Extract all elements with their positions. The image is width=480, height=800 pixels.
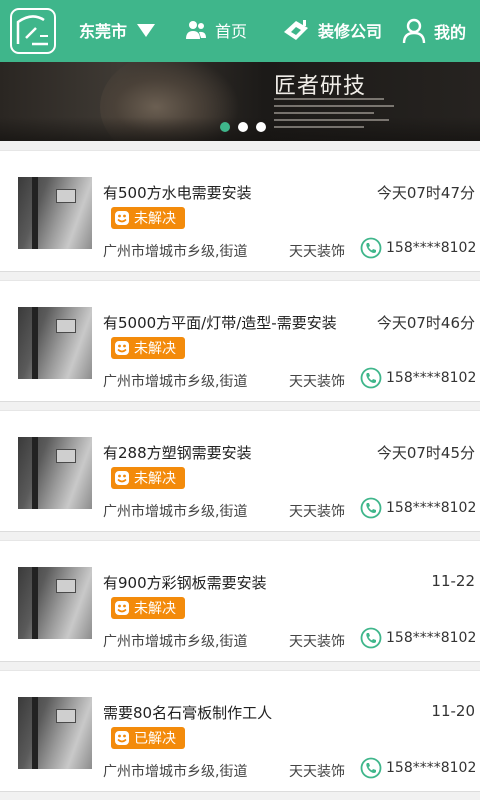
item-thumbnail (18, 177, 92, 249)
chevron-down-icon (137, 23, 156, 37)
phone-icon (360, 627, 382, 649)
users-icon (186, 21, 206, 39)
smiley-icon (115, 341, 129, 355)
status-badge: 已解决 (111, 727, 185, 749)
item-time: 今天07时47分 (376, 184, 475, 202)
phone-icon (360, 497, 382, 519)
status-label: 未解决 (134, 341, 176, 357)
item-address: 广州市增城市乡级,街道 (103, 764, 248, 780)
phone-number: 158****8102 (386, 500, 477, 516)
item-time: 11-22 (431, 572, 475, 590)
status-label: 未解决 (134, 471, 176, 487)
nav-company[interactable]: 装修公司 (282, 18, 382, 42)
request-list: 有500方水电需要安装 今天07时47分 未解决 广州市增城市乡级,街道 天天装… (0, 141, 480, 800)
phone-icon (360, 367, 382, 389)
nav-home[interactable]: 首页 (185, 18, 247, 42)
item-title: 有288方塑钢需要安装 (103, 444, 252, 462)
city-selector[interactable]: 东莞市 (79, 18, 156, 42)
item-title: 有900方彩钢板需要安装 (103, 574, 267, 592)
smiley-icon (115, 601, 129, 615)
item-thumbnail (18, 567, 92, 639)
list-item[interactable]: 有900方彩钢板需要安装 11-22 未解决 广州市增城市乡级,街道 天天装饰 … (0, 540, 480, 662)
phone-icon (360, 757, 382, 779)
item-address: 广州市增城市乡级,街道 (103, 504, 248, 520)
list-item[interactable]: 需要80名石膏板制作工人 11-20 已解决 广州市增城市乡级,街道 天天装饰 … (0, 670, 480, 792)
phone-number: 158****8102 (386, 760, 477, 776)
nav-home-label: 首页 (215, 22, 248, 41)
status-label: 已解决 (134, 731, 176, 747)
app-logo-icon[interactable] (10, 8, 56, 54)
banner-title: 匠者研技 (274, 74, 367, 99)
status-badge: 未解决 (111, 467, 185, 489)
user-icon (402, 18, 426, 44)
smiley-icon (115, 731, 129, 745)
banner-fine-print (274, 98, 394, 133)
list-item[interactable]: 有288方塑钢需要安装 今天07时45分 未解决 广州市增城市乡级,街道 天天装… (0, 410, 480, 532)
status-badge: 未解决 (111, 597, 185, 619)
item-title: 需要80名石膏板制作工人 (103, 704, 273, 722)
nav-company-label: 装修公司 (318, 22, 383, 41)
item-address: 广州市增城市乡级,街道 (103, 374, 248, 390)
item-address: 广州市增城市乡级,街道 (103, 634, 248, 650)
item-address: 广州市增城市乡级,街道 (103, 244, 248, 260)
item-company: 天天装饰 (289, 764, 345, 780)
item-title: 有5000方平面/灯带/造型-需要安装 (103, 314, 337, 332)
item-time: 11-20 (431, 702, 475, 720)
status-badge: 未解决 (111, 207, 185, 229)
item-company: 天天装饰 (289, 504, 345, 520)
smiley-icon (115, 211, 129, 225)
carousel-dot-3[interactable] (256, 122, 266, 132)
status-label: 未解决 (134, 211, 176, 227)
phone-link[interactable]: 158****8102 (360, 757, 476, 779)
top-nav-bar: 东莞市 首页 装修公司 我的 (0, 0, 480, 62)
nav-mine[interactable]: 我的 (402, 18, 466, 44)
item-company: 天天装饰 (289, 634, 345, 650)
phone-number: 158****8102 (386, 370, 477, 386)
list-item[interactable]: 有500方水电需要安装 今天07时47分 未解决 广州市增城市乡级,街道 天天装… (0, 150, 480, 272)
status-badge: 未解决 (111, 337, 185, 359)
company-icon (284, 20, 308, 40)
city-label: 东莞市 (79, 22, 128, 41)
item-thumbnail (18, 307, 92, 379)
list-item[interactable]: 有5000方平面/灯带/造型-需要安装 今天07时46分 未解决 广州市增城市乡… (0, 280, 480, 402)
phone-link[interactable]: 158****8102 (360, 497, 476, 519)
carousel-dots (220, 122, 274, 132)
item-time: 今天07时45分 (376, 444, 475, 462)
phone-link[interactable]: 158****8102 (360, 627, 476, 649)
carousel-dot-1[interactable] (220, 122, 230, 132)
item-thumbnail (18, 437, 92, 509)
item-thumbnail (18, 697, 92, 769)
phone-link[interactable]: 158****8102 (360, 237, 476, 259)
phone-number: 158****8102 (386, 240, 477, 256)
phone-link[interactable]: 158****8102 (360, 367, 476, 389)
phone-icon (360, 237, 382, 259)
carousel-dot-2[interactable] (238, 122, 248, 132)
item-company: 天天装饰 (289, 374, 345, 390)
nav-mine-label: 我的 (434, 23, 467, 42)
item-title: 有500方水电需要安装 (103, 184, 252, 202)
smiley-icon (115, 471, 129, 485)
item-company: 天天装饰 (289, 244, 345, 260)
item-time: 今天07时46分 (376, 314, 475, 332)
phone-number: 158****8102 (386, 630, 477, 646)
status-label: 未解决 (134, 601, 176, 617)
